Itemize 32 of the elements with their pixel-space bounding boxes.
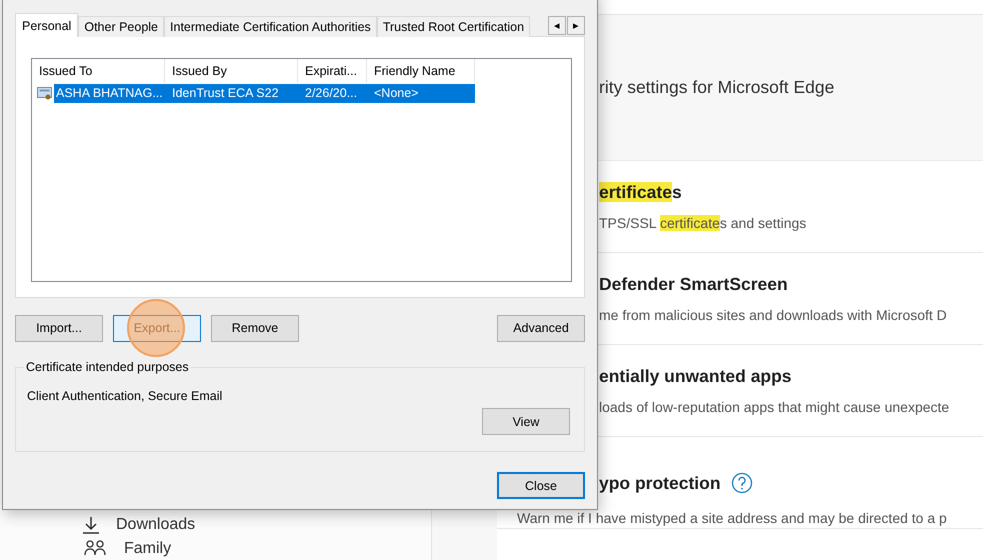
setting-description: Warn me if I have mistyped a site address and may be directed to a p	[517, 510, 948, 526]
sidebar-item[interactable]: Family	[83, 538, 431, 560]
certificate-icon	[37, 86, 53, 100]
view-button[interactable]: View	[482, 408, 570, 435]
list-row[interactable]: ASHA BHATNAG... IdenTrust ECA S22 2/26/20... <None>	[54, 84, 475, 102]
sidebar-item[interactable]: Downloads	[83, 514, 431, 536]
setting-description: TPS/SSL certificates and settings	[599, 215, 808, 231]
tab-scroll-button[interactable]: ◂	[548, 16, 566, 35]
setting-title: entially unwanted apps	[599, 366, 792, 387]
group-legend: Certificate intended purposes	[24, 360, 191, 374]
tab[interactable]: Personal	[15, 13, 78, 37]
remove-button[interactable]: Remove	[211, 314, 299, 342]
advanced-button[interactable]: Advanced	[497, 314, 585, 342]
tab-scroll-button[interactable]: ▸	[567, 16, 585, 35]
download-icon	[83, 516, 99, 534]
tab[interactable]: Other People	[78, 16, 164, 37]
setting-title: ertificates	[599, 182, 682, 203]
column-header[interactable]: Friendly Name	[367, 59, 475, 83]
page-heading: rity settings for Microsoft Edge	[599, 77, 834, 98]
close-button[interactable]: Close	[497, 472, 585, 499]
purposes-text: Client Authentication, Secure Email	[27, 389, 224, 403]
setting-title: ypo protection	[599, 472, 721, 494]
certificate-list[interactable]: Issued To Issued By Expirati... Friendly Name ASHA BHATNAG... IdenTrust ECA S22 2/26/20... <None>	[31, 58, 572, 282]
column-header[interactable]: Issued By	[165, 59, 298, 83]
setting-description: loads of low-reputation apps that might cause unexpecte	[599, 399, 950, 415]
column-header[interactable]: Issued To	[32, 59, 165, 83]
column-header[interactable]: Expirati...	[298, 59, 367, 83]
tab[interactable]: Intermediate Certification Authorities	[164, 16, 377, 37]
tab[interactable]: Trusted Root Certification	[376, 16, 530, 37]
import-button[interactable]: Import...	[15, 314, 103, 342]
setting-title: Defender SmartScreen	[599, 274, 788, 295]
setting-description: me from malicious sites and downloads with Microsoft D	[599, 307, 948, 323]
